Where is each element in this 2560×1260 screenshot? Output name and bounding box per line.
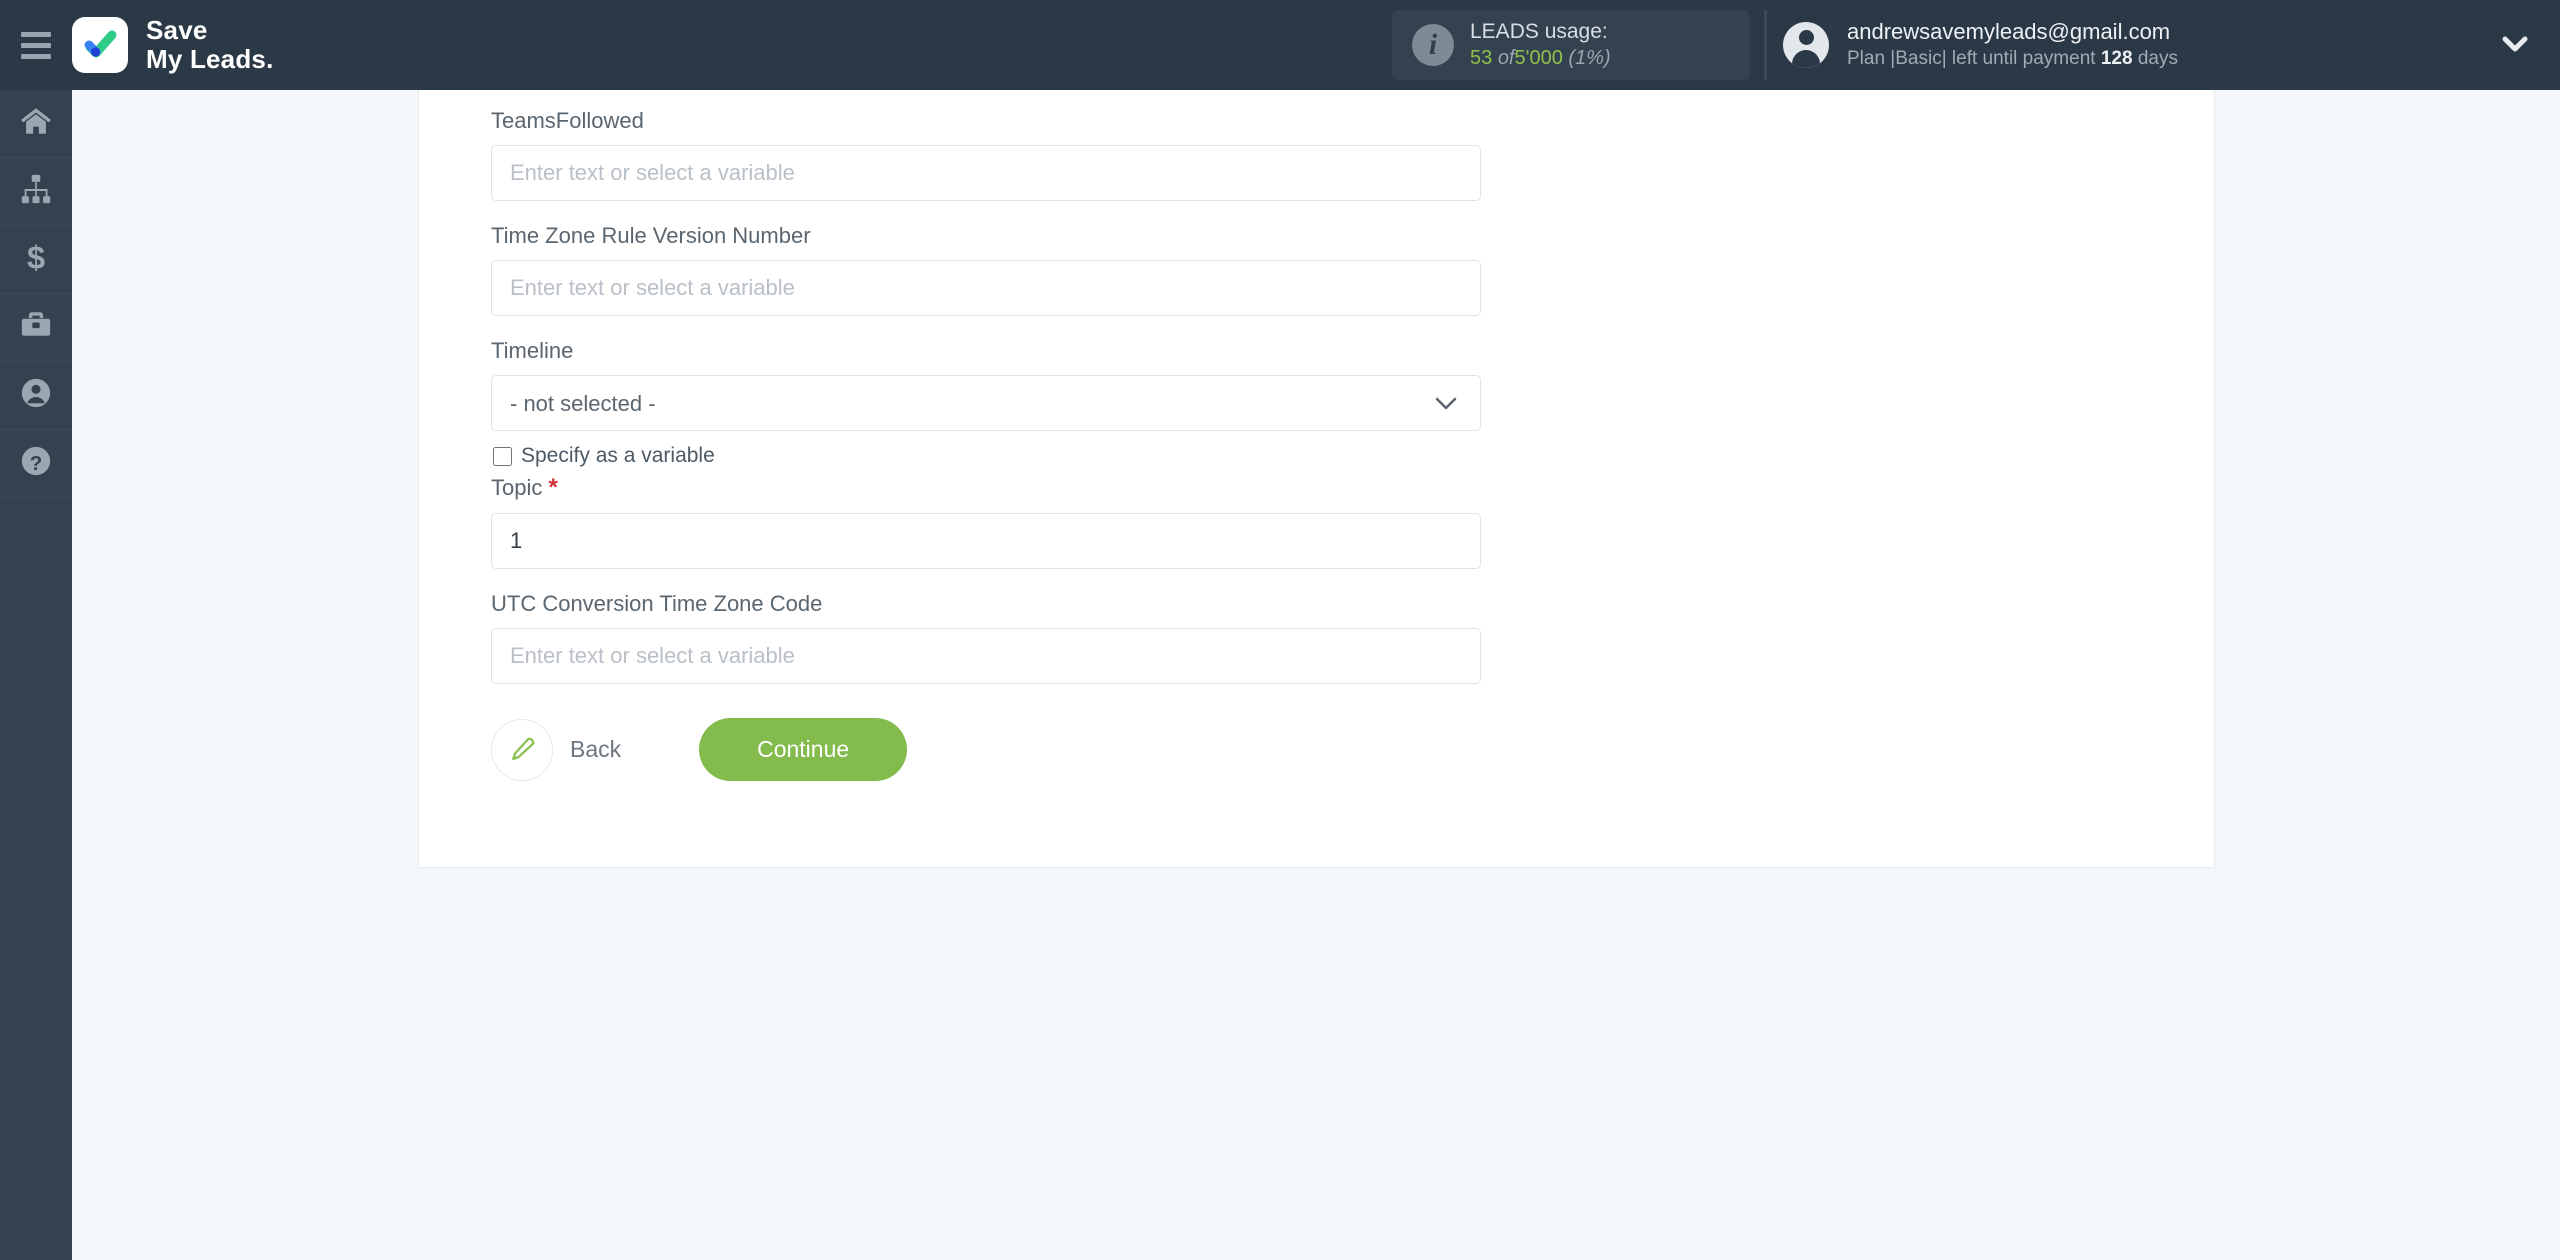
required-asterisk: * (548, 474, 558, 501)
account-menu[interactable]: andrewsavemyleads@gmail.com Plan |Basic|… (1764, 10, 2178, 80)
sidebar: $ ? (0, 90, 72, 1260)
brand-line-2: My Leads. (146, 44, 274, 74)
home-icon (19, 104, 53, 143)
teamsfollowed-input[interactable] (491, 145, 1481, 201)
sitemap-icon (19, 172, 53, 211)
usage-title: LEADS usage: (1470, 19, 1608, 43)
sidebar-item-services[interactable] (0, 294, 72, 362)
hamburger-bar (21, 53, 51, 59)
timezone-rule-version-input[interactable] (491, 260, 1481, 316)
specify-as-variable-checkbox[interactable] (493, 446, 512, 466)
form-field-topic: Topic * (491, 474, 2214, 569)
brand-logo-link[interactable]: Save My Leads. (72, 14, 274, 74)
usage-used: 53 (1470, 46, 1493, 69)
dollar-icon: $ (19, 239, 53, 279)
utc-conversion-timezone-code-input[interactable] (491, 628, 1481, 684)
form-field-teamsfollowed: TeamsFollowed (491, 108, 2214, 201)
svg-text:?: ? (30, 452, 43, 475)
specify-as-variable-label[interactable]: Specify as a variable (521, 444, 715, 468)
brand-title: Save My Leads. (146, 14, 274, 74)
user-avatar-icon (1783, 22, 1829, 68)
hamburger-icon[interactable] (0, 0, 72, 90)
field-mapping-form: TeamsFollowed Time Zone Rule Version Num… (419, 90, 2214, 781)
usage-limit: 5'000 (1514, 46, 1563, 69)
usage-values: 53 of5'000 (1%) (1470, 46, 1611, 72)
field-label: TeamsFollowed (491, 108, 644, 133)
field-mapping-card: TeamsFollowed Time Zone Rule Version Num… (418, 90, 2215, 868)
field-label-text: Topic (491, 475, 543, 500)
pencil-icon (491, 718, 553, 781)
briefcase-icon (19, 308, 53, 347)
field-label: Topic * (491, 474, 2214, 502)
sidebar-item-connections[interactable] (0, 158, 72, 226)
account-days-suffix: days (2137, 47, 2178, 69)
user-circle-icon (19, 376, 53, 415)
hamburger-bar (21, 31, 51, 37)
field-label: UTC Conversion Time Zone Code (491, 591, 823, 616)
savemyleads-logo-icon (72, 17, 128, 73)
continue-button[interactable]: Continue (699, 718, 908, 781)
form-field-timezone-rule-version: Time Zone Rule Version Number (491, 223, 2214, 316)
info-icon: i (1412, 24, 1454, 66)
svg-text:$: $ (27, 240, 45, 274)
account-email: andrewsavemyleads@gmail.com (1847, 19, 2171, 45)
back-button[interactable]: Back (491, 718, 622, 781)
sidebar-item-home[interactable] (0, 90, 72, 158)
sidebar-item-help[interactable]: ? (0, 430, 72, 498)
hamburger-bar (21, 42, 51, 48)
sidebar-item-billing[interactable]: $ (0, 226, 72, 294)
page-content: TeamsFollowed Time Zone Rule Version Num… (72, 90, 2560, 1260)
leads-usage-badge[interactable]: i LEADS usage: 53 of5'000 (1%) (1392, 10, 1750, 80)
field-label: Timeline (491, 338, 574, 363)
timeline-select[interactable]: - not selected - (491, 375, 1481, 431)
chevron-down-icon[interactable] (2500, 34, 2530, 61)
account-plan: Plan |Basic| left until payment 128 days (1847, 47, 2178, 72)
back-button-label: Back (570, 736, 622, 762)
field-label: Time Zone Rule Version Number (491, 223, 811, 248)
form-actions: Back Continue (491, 718, 2214, 781)
timeline-specify-variable-row: Specify as a variable (493, 444, 2214, 468)
account-plan-prefix: Plan |Basic| left until payment (1847, 47, 2096, 69)
form-field-utc-conversion-timezone-code: UTC Conversion Time Zone Code (491, 591, 2214, 684)
question-circle-icon: ? (19, 444, 53, 483)
top-bar: Save My Leads. i LEADS usage: 53 of5'000… (0, 0, 2560, 90)
form-field-timeline: Timeline - not selected - Specify as a v… (491, 338, 2214, 468)
topic-input[interactable] (491, 513, 1481, 569)
usage-of: of (1497, 46, 1515, 69)
brand-line-1: Save (146, 14, 208, 45)
usage-percent: (1%) (1568, 46, 1611, 69)
sidebar-item-profile[interactable] (0, 362, 72, 430)
account-days-value: 128 (2100, 47, 2133, 69)
